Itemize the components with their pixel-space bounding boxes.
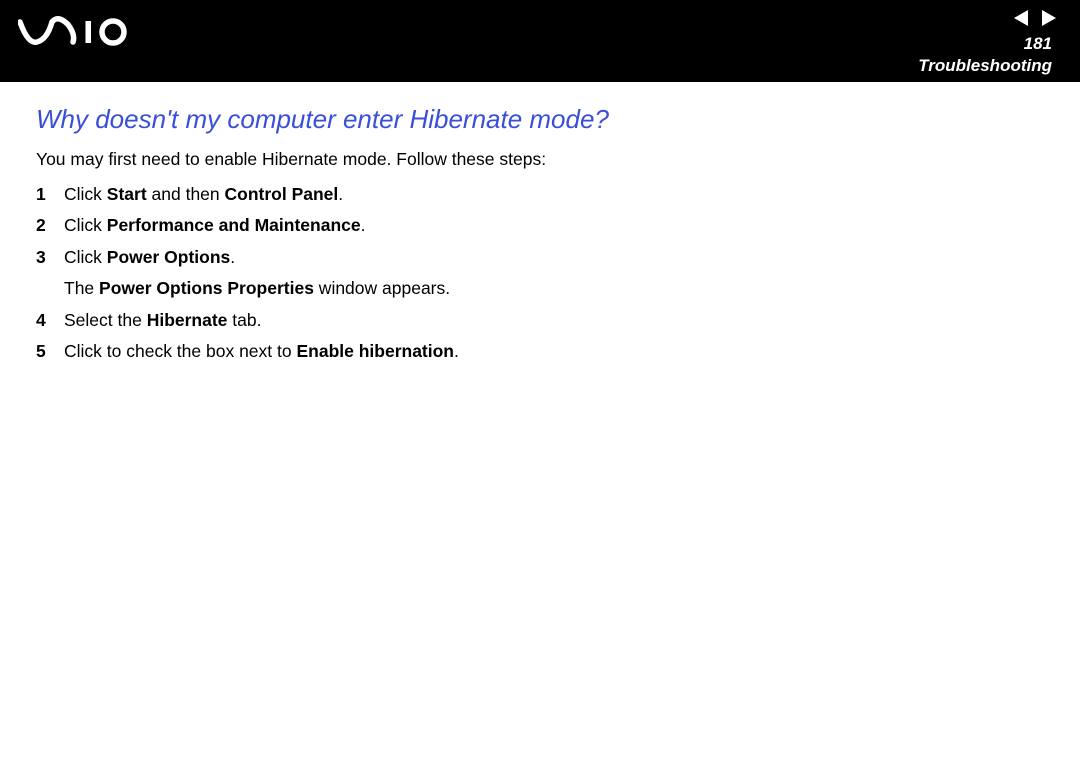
text: Click <box>64 247 107 267</box>
step-number: 5 <box>36 339 64 364</box>
step-number: 2 <box>36 213 64 238</box>
text: The <box>64 278 99 298</box>
step-text: Click Performance and Maintenance. <box>64 213 1044 238</box>
prev-page-icon[interactable] <box>1014 10 1028 26</box>
step-5: 5 Click to check the box next to Enable … <box>36 339 1044 364</box>
step-3: 3 Click Power Options. <box>36 245 1044 270</box>
header-bar: 181 Troubleshooting <box>0 0 1080 82</box>
steps-list: 1 Click Start and then Control Panel. 2 … <box>36 182 1044 270</box>
text: window appears. <box>314 278 450 298</box>
step-3-subtext: The Power Options Properties window appe… <box>64 276 1044 301</box>
bold-text: Power Options <box>107 247 230 267</box>
text: . <box>454 341 459 361</box>
step-text: Click to check the box next to Enable hi… <box>64 339 1044 364</box>
page-number: 181 <box>1024 34 1052 54</box>
vaio-logo <box>18 14 138 50</box>
bold-text: Start <box>107 184 147 204</box>
text: and then <box>147 184 225 204</box>
text: Click to check the box next to <box>64 341 296 361</box>
step-text: Click Power Options. <box>64 245 1044 270</box>
step-4: 4 Select the Hibernate tab. <box>36 308 1044 333</box>
step-text: Select the Hibernate tab. <box>64 308 1044 333</box>
text: . <box>230 247 235 267</box>
bold-text: Hibernate <box>147 310 228 330</box>
bold-text: Performance and Maintenance <box>107 215 361 235</box>
text: . <box>338 184 343 204</box>
text: Click <box>64 184 107 204</box>
next-page-icon[interactable] <box>1042 10 1056 26</box>
content-area: Why doesn't my computer enter Hibernate … <box>0 82 1080 364</box>
text: Click <box>64 215 107 235</box>
bold-text: Enable hibernation <box>296 341 454 361</box>
step-number: 3 <box>36 245 64 270</box>
bold-text: Control Panel <box>225 184 339 204</box>
bold-text: Power Options Properties <box>99 278 314 298</box>
step-number: 4 <box>36 308 64 333</box>
step-2: 2 Click Performance and Maintenance. <box>36 213 1044 238</box>
intro-text: You may first need to enable Hibernate m… <box>36 149 1044 170</box>
text: . <box>361 215 366 235</box>
text: tab. <box>227 310 261 330</box>
step-text: Click Start and then Control Panel. <box>64 182 1044 207</box>
text: Select the <box>64 310 147 330</box>
page-title: Why doesn't my computer enter Hibernate … <box>36 104 1044 135</box>
nav-arrows <box>1014 10 1056 26</box>
steps-list-cont: 4 Select the Hibernate tab. 5 Click to c… <box>36 308 1044 365</box>
section-label[interactable]: Troubleshooting <box>918 56 1052 76</box>
step-1: 1 Click Start and then Control Panel. <box>36 182 1044 207</box>
step-number: 1 <box>36 182 64 207</box>
